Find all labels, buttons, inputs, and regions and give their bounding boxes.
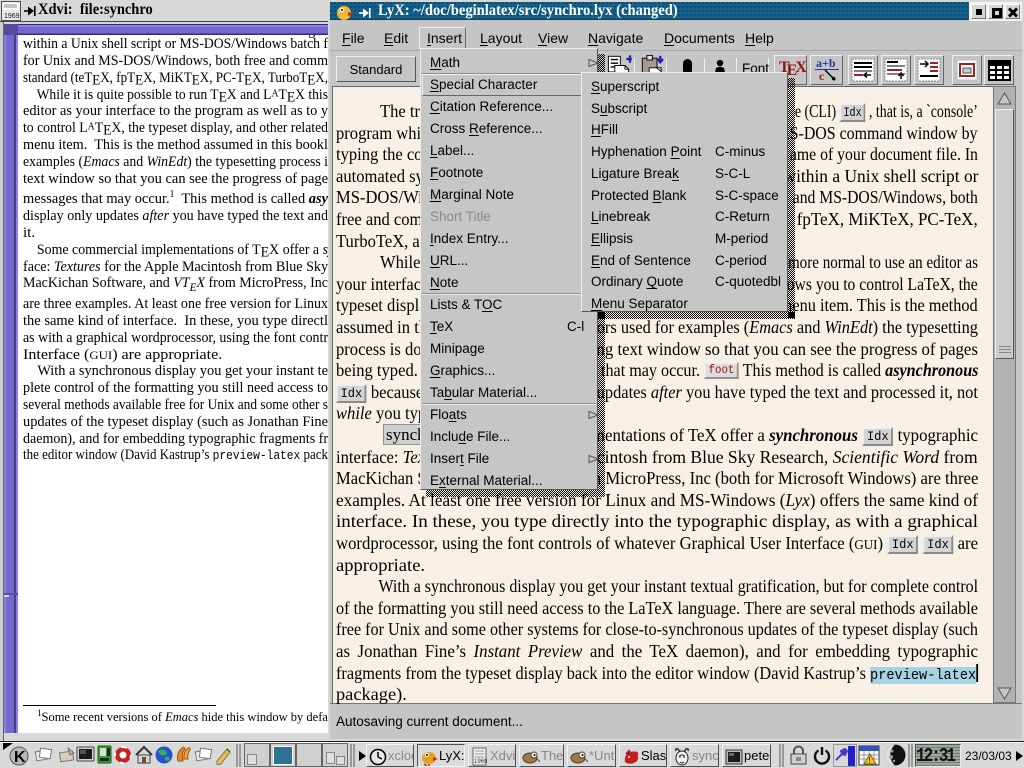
svg-text:1969: 1969 <box>474 759 488 765</box>
svg-text:K: K <box>14 749 26 766</box>
svg-text:!: ! <box>869 756 871 765</box>
